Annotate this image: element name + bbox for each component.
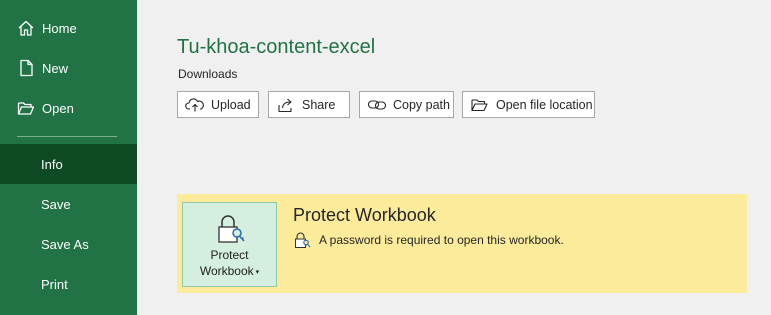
nav-print[interactable]: Print — [0, 264, 137, 304]
backstage-sidebar: Home New Open Info Save Save As Print — [0, 0, 137, 315]
share-button[interactable]: Share — [268, 91, 350, 118]
home-icon — [17, 19, 35, 37]
share-icon — [276, 97, 296, 113]
nav-info-label: Info — [41, 156, 63, 172]
dropdown-arrow-icon: ▾ — [255, 268, 260, 276]
protect-workbook-title: Protect Workbook — [293, 205, 436, 225]
protect-workbook-description: A password is required to open this work… — [319, 233, 564, 247]
protect-workbook-status: A password is required to open this work… — [293, 231, 564, 249]
document-location: Downloads — [178, 67, 238, 81]
protect-workbook-label-line1: Protect — [210, 248, 249, 262]
upload-button[interactable]: Upload — [177, 91, 259, 118]
protect-workbook-label-line2: Workbook ▾ — [199, 264, 260, 278]
upload-icon — [185, 97, 205, 113]
link-icon — [367, 97, 387, 113]
open-folder-icon — [17, 99, 35, 117]
lock-key-icon — [215, 213, 247, 250]
nav-open[interactable]: Open — [0, 88, 137, 128]
open-file-location-button[interactable]: Open file location — [462, 91, 595, 118]
open-file-location-label: Open file location — [496, 97, 593, 112]
nav-save-as-label: Save As — [41, 236, 89, 252]
nav-save[interactable]: Save — [0, 184, 137, 224]
nav-home[interactable]: Home — [0, 8, 137, 48]
protect-workbook-button[interactable]: Protect Workbook ▾ — [182, 202, 277, 287]
nav-open-label: Open — [42, 100, 74, 116]
upload-label: Upload — [211, 97, 251, 112]
nav-print-label: Print — [41, 276, 68, 292]
small-lock-icon — [293, 231, 311, 249]
share-label: Share — [302, 97, 336, 112]
copy-path-button[interactable]: Copy path — [359, 91, 454, 118]
nav-save-as[interactable]: Save As — [0, 224, 137, 264]
nav-new-label: New — [42, 60, 69, 76]
new-document-icon — [17, 59, 35, 77]
sidebar-divider — [17, 136, 117, 137]
nav-home-label: Home — [42, 20, 77, 36]
nav-save-label: Save — [41, 196, 71, 212]
nav-info[interactable]: Info — [0, 144, 137, 184]
protect-workbook-panel: Protect Workbook ▾ Protect Workbook A pas… — [177, 194, 747, 293]
folder-icon — [470, 97, 490, 113]
copy-path-label: Copy path — [393, 97, 450, 112]
nav-new[interactable]: New — [0, 48, 137, 88]
document-title: Tu-khoa-content-excel — [177, 36, 376, 58]
info-pane: Tu-khoa-content-excel Downloads Upload S… — [137, 0, 771, 315]
